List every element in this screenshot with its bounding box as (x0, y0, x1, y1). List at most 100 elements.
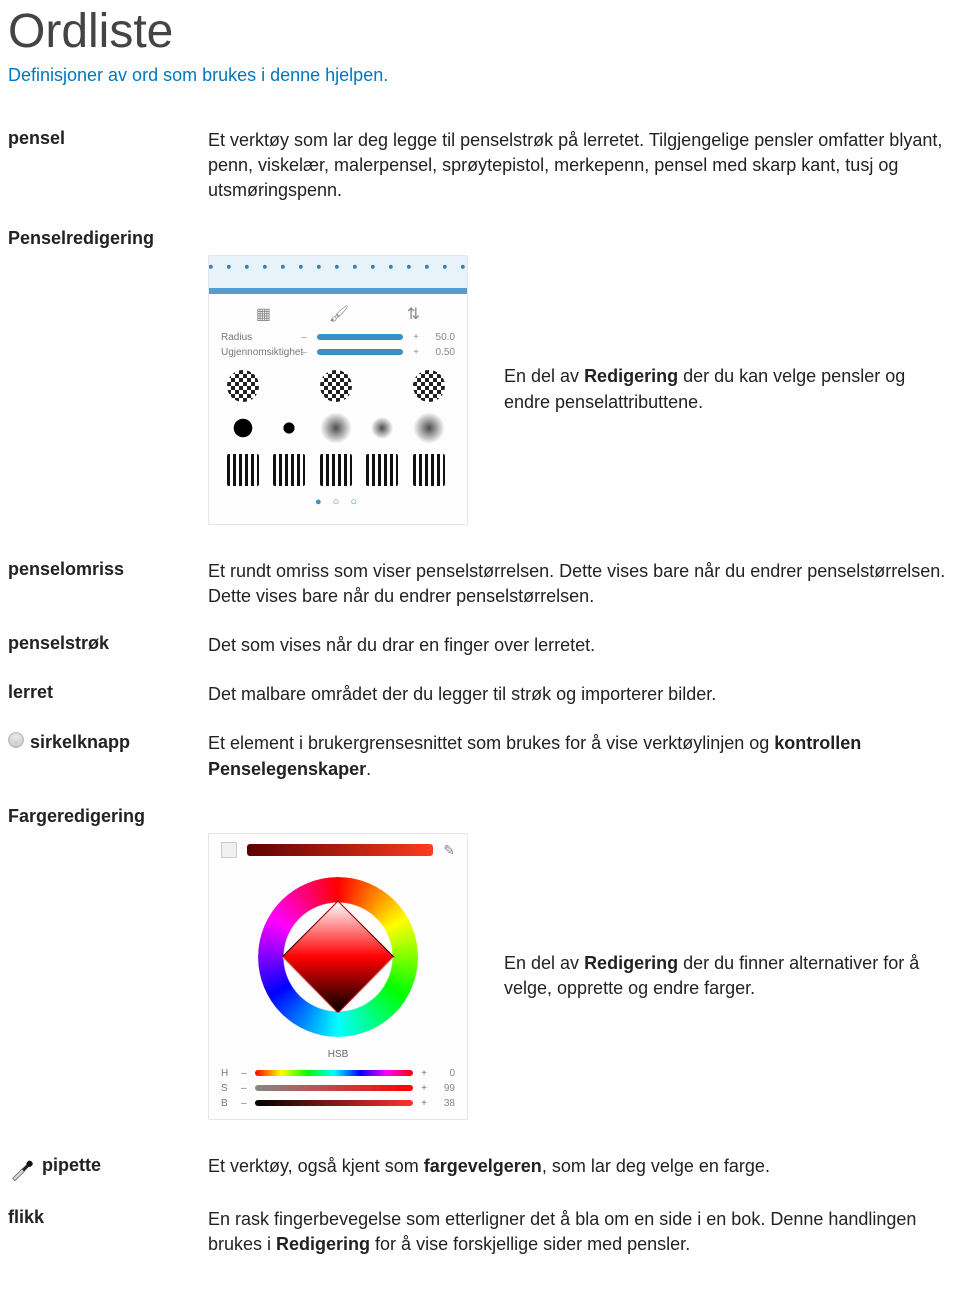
brush-swatch (413, 412, 445, 444)
pager-dots: ● ○ ○ (209, 490, 467, 514)
plus-icon: + (421, 1098, 427, 1109)
brush-swatch (280, 418, 299, 437)
color-editor-panel: ✎ HSB H – + 0 S – + 99 B – + 38 (208, 833, 468, 1120)
brush-swatch (320, 412, 352, 444)
brush-swatch (227, 370, 259, 402)
brush-preview-strip (209, 256, 467, 294)
def-sirkelknapp: Et element i brukergrensesnittet som bru… (208, 731, 952, 781)
brush-swatch-grid (209, 360, 467, 490)
color-wheel-wrap (209, 867, 467, 1047)
grid-icon: ▦ (256, 304, 271, 324)
caption-bold: Redigering (584, 953, 678, 973)
brush-tool-row: ▦ 🖌 ⇅ (209, 294, 467, 330)
glossary-row-flikk: flikk En rask fingerbevegelse som etterl… (8, 1207, 952, 1257)
glossary-row-fargeredigering: Fargeredigering (8, 806, 952, 827)
def-text: for å vise forskjellige sider med pensle… (370, 1234, 690, 1254)
brush-swatch (366, 454, 398, 486)
glossary-row-pensel: pensel Et verktøy som lar deg legge til … (8, 128, 952, 204)
brush-swatch (320, 454, 352, 486)
brush-swatch (273, 454, 305, 486)
brush-editor-figure: ▦ 🖌 ⇅ Radius – + 50.0 Ugjennomsiktighet … (208, 255, 952, 525)
opacity-label: Ugjennomsiktighet (221, 347, 291, 358)
term-penselomriss: penselomriss (8, 559, 208, 580)
brush-swatch (320, 370, 352, 402)
minus-icon: – (299, 332, 309, 343)
hue-track (255, 1070, 414, 1076)
eyedropper-icon (8, 1155, 36, 1183)
color-mode-tab: HSB (209, 1047, 467, 1066)
opacity-slider: Ugjennomsiktighet – + 0.50 (209, 345, 467, 360)
plus-icon: + (411, 347, 421, 358)
term-pipette-label: pipette (42, 1155, 101, 1176)
radius-label: Radius (221, 332, 291, 343)
radius-track (317, 334, 403, 340)
swatch-icon (221, 842, 237, 858)
def-text: Et element i brukergrensesnittet som bru… (208, 733, 774, 753)
hue-label: H (221, 1068, 233, 1079)
minus-icon: – (241, 1083, 247, 1094)
term-pensel: pensel (8, 128, 208, 149)
def-bold: fargevelgeren (424, 1156, 542, 1176)
bri-value: 38 (435, 1098, 455, 1109)
sat-slider: S – + 99 (209, 1081, 467, 1096)
def-pensel: Et verktøy som lar deg legge til pensels… (208, 128, 952, 204)
bri-track (255, 1100, 414, 1106)
minus-icon: – (299, 347, 309, 358)
brush-swatch (366, 370, 398, 402)
sliders-icon: ⇅ (407, 304, 420, 324)
plus-icon: + (421, 1083, 427, 1094)
brush-swatch (273, 370, 305, 402)
caption-text: En del av (504, 366, 584, 386)
caption-text: En del av (504, 953, 584, 973)
brush-swatch (413, 454, 445, 486)
bri-label: B (221, 1098, 233, 1109)
def-text: , som lar deg velge en farge. (542, 1156, 770, 1176)
page-title: Ordliste (8, 4, 952, 59)
def-bold: Redigering (276, 1234, 370, 1254)
brush-editor-caption: En del av Redigering der du kan velge pe… (504, 364, 934, 414)
bri-slider: B – + 38 (209, 1096, 467, 1111)
color-editor-caption: En del av Redigering der du finner alter… (504, 951, 934, 1001)
term-fargeredigering: Fargeredigering (8, 806, 208, 827)
term-penselredigering: Penselredigering (8, 228, 208, 249)
glossary-row-sirkelknapp: sirkelknapp Et element i brukergrensesni… (8, 731, 952, 781)
color-wheel (258, 877, 418, 1037)
brush-swatch (371, 416, 393, 438)
glossary-row-penselredigering: Penselredigering (8, 228, 952, 249)
hue-value: 0 (435, 1068, 455, 1079)
sat-label: S (221, 1083, 233, 1094)
page-subtitle: Definisjoner av ord som brukes i denne h… (8, 65, 952, 86)
color-top-bar: ✎ (209, 834, 467, 867)
term-penselstrok: penselstrøk (8, 633, 208, 654)
plus-icon: + (421, 1068, 427, 1079)
sat-value: 99 (435, 1083, 455, 1094)
def-pipette: Et verktøy, også kjent som fargevelgeren… (208, 1154, 952, 1179)
glossary-row-penselstrok: penselstrøk Det som vises når du drar en… (8, 633, 952, 658)
glossary-row-penselomriss: penselomriss Et rundt omriss som viser p… (8, 559, 952, 609)
puck-icon (8, 732, 24, 748)
brush-swatch (413, 370, 445, 402)
brush-swatch (227, 454, 259, 486)
def-lerret: Det malbare området der du legger til st… (208, 682, 952, 707)
term-flikk: flikk (8, 1207, 208, 1228)
def-penselomriss: Et rundt omriss som viser penselstørrels… (208, 559, 952, 609)
def-text: . (366, 759, 371, 779)
caption-bold: Redigering (584, 366, 678, 386)
radius-slider: Radius – + 50.0 (209, 330, 467, 345)
plus-icon: + (411, 332, 421, 343)
hue-slider: H – + 0 (209, 1066, 467, 1081)
term-sirkelknapp: sirkelknapp (8, 731, 208, 753)
def-text: Et verktøy, også kjent som (208, 1156, 424, 1176)
color-editor-figure: ✎ HSB H – + 0 S – + 99 B – + 38 (208, 833, 952, 1120)
glossary-row-pipette: pipette Et verktøy, også kjent som farge… (8, 1154, 952, 1183)
minus-icon: – (241, 1068, 247, 1079)
term-lerret: lerret (8, 682, 208, 703)
opacity-track (317, 349, 403, 355)
def-penselstrok: Det som vises når du drar en finger over… (208, 633, 952, 658)
glossary-row-lerret: lerret Det malbare området der du legger… (8, 682, 952, 707)
brush-editor-panel: ▦ 🖌 ⇅ Radius – + 50.0 Ugjennomsiktighet … (208, 255, 468, 525)
sat-track (255, 1085, 414, 1091)
minus-icon: – (241, 1098, 247, 1109)
pencil-icon: ✎ (443, 842, 455, 859)
term-pipette: pipette (8, 1154, 208, 1183)
